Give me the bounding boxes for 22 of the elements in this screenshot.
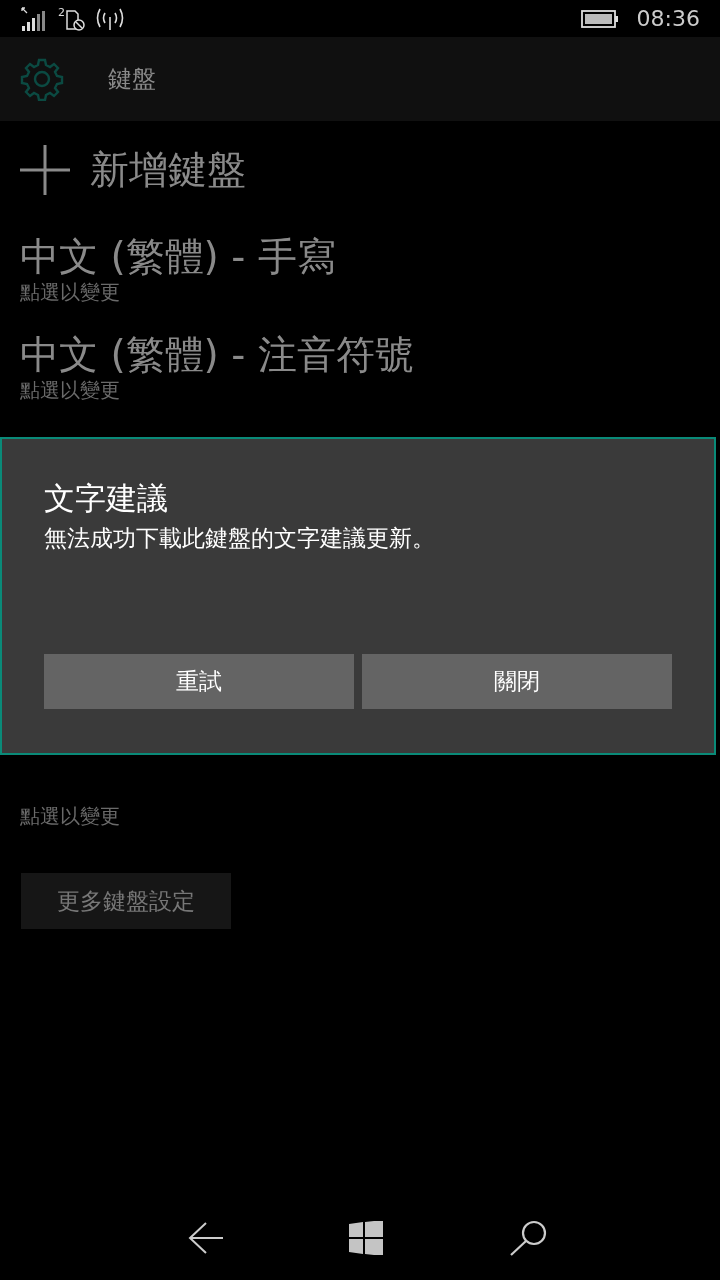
more-settings-button[interactable]: 更多鍵盤設定 (21, 873, 231, 929)
hint-text: 點選以變更 (20, 805, 120, 827)
hint-text: 點選以變更 (20, 379, 120, 401)
page-title: 鍵盤 (108, 64, 156, 95)
sim-slot-number: 2 (58, 6, 65, 18)
keyboard-name[interactable]: 中文 (繁體) - 注音符號 (20, 331, 414, 379)
back-arrow-icon[interactable] (187, 1222, 224, 1254)
hint-text: 點選以變更 (20, 281, 120, 303)
close-button[interactable]: 關閉 (362, 654, 672, 709)
windows-logo-icon[interactable] (349, 1221, 384, 1255)
dialog-title: 文字建議 (44, 479, 169, 518)
dialog-message: 無法成功下載此鍵盤的文字建議更新。 (44, 524, 436, 553)
signal-icon (20, 5, 48, 32)
gear-icon (20, 57, 64, 101)
search-icon[interactable] (509, 1220, 548, 1256)
plus-icon[interactable] (20, 145, 70, 195)
keyboard-name[interactable]: 中文 (繁體) - 手寫 (20, 233, 336, 281)
add-keyboard-link[interactable]: 新增鍵盤 (90, 143, 246, 197)
antenna-icon (95, 6, 125, 31)
retry-button[interactable]: 重試 (44, 654, 354, 709)
clock-time: 08:36 (636, 6, 700, 31)
battery-icon (580, 8, 619, 29)
